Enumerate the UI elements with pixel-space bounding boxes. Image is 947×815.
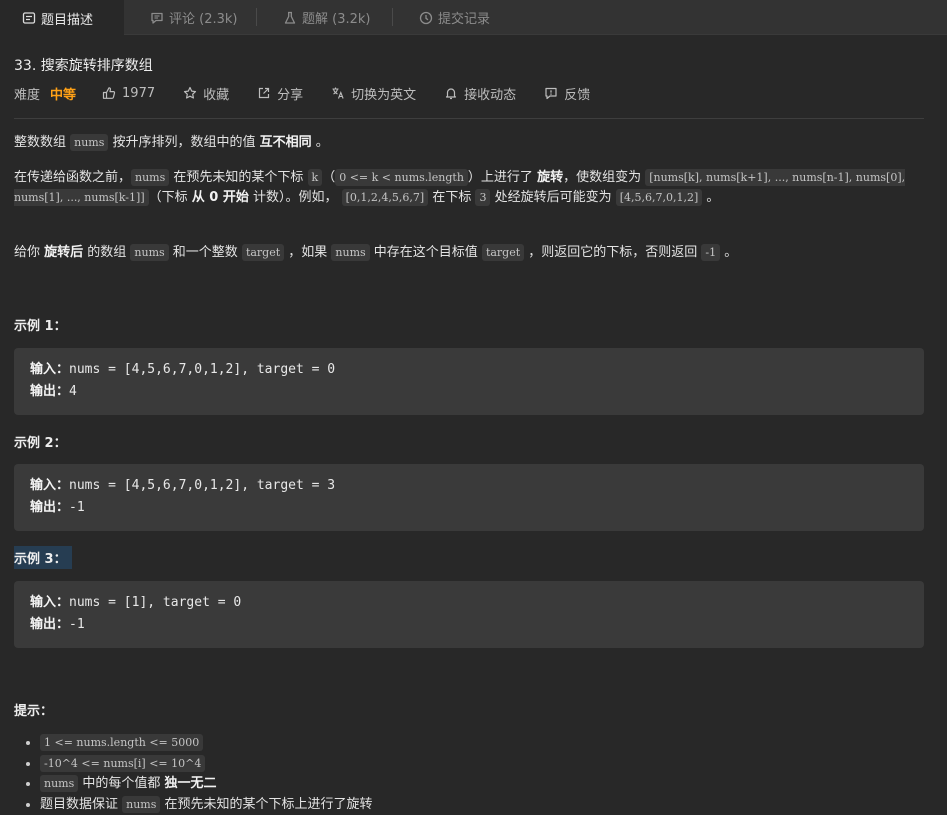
- divider: [14, 118, 924, 119]
- subscribe-button[interactable]: 接收动态: [444, 84, 516, 103]
- bell-icon: [444, 86, 458, 100]
- like-button[interactable]: 1977: [102, 86, 155, 101]
- translate-icon: [331, 86, 345, 100]
- subscribe-label: 接收动态: [464, 84, 516, 103]
- difficulty-label: 难度: [14, 84, 40, 103]
- example-3-title: 示例 3：: [14, 546, 72, 569]
- list-item: -10^4 <= nums[i] <= 10^4: [40, 754, 373, 775]
- problem-title: 33. 搜索旋转排序数组: [14, 55, 153, 75]
- tab-separator: [392, 8, 393, 26]
- tab-label: 评论 (2.3k): [169, 8, 237, 27]
- favorite-button[interactable]: 收藏: [183, 84, 229, 103]
- list-item: nums 中的每个值都 独一无二: [40, 774, 373, 795]
- share-label: 分享: [277, 84, 303, 103]
- share-button[interactable]: 分享: [257, 84, 303, 103]
- example-3-block: 输入：nums = [1], target = 0 输出：-1: [14, 581, 924, 648]
- thumbs-up-icon: [102, 86, 116, 100]
- share-icon: [257, 86, 271, 100]
- hints-title: 提示：: [14, 700, 53, 719]
- description-paragraph-1: 整数数组 nums 按升序排列，数组中的值 互不相同 。: [14, 133, 919, 153]
- list-item: 题目数据保证 nums 在预先未知的某个下标上进行了旋转: [40, 795, 373, 815]
- difficulty-badge: 中等: [50, 84, 76, 103]
- tab-label: 题解 (3.2k): [302, 8, 370, 27]
- history-icon: [419, 11, 433, 25]
- example-1-title: 示例 1：: [14, 315, 67, 334]
- list-item: 1 <= nums.length <= 5000: [40, 733, 373, 754]
- description-icon: [22, 11, 36, 25]
- translate-button[interactable]: 切换为英文: [331, 84, 416, 103]
- feedback-label: 反馈: [564, 84, 590, 103]
- like-count: 1977: [122, 86, 155, 101]
- description-paragraph-2: 在传递给函数之前，nums 在预先未知的某个下标 k（0 <= k < nums…: [14, 168, 919, 208]
- translate-label: 切换为英文: [351, 84, 416, 103]
- example-1-block: 输入：nums = [4,5,6,7,0,1,2], target = 0 输出…: [14, 348, 924, 415]
- example-2-title: 示例 2：: [14, 432, 67, 451]
- comment-icon: [150, 11, 164, 25]
- tab-label: 提交记录: [438, 8, 490, 27]
- tab-comments[interactable]: 评论 (2.3k): [150, 0, 237, 35]
- description-paragraph-3: 给你 旋转后 的数组 nums 和一个整数 target ，如果 nums 中存…: [14, 243, 919, 263]
- problem-meta: 难度 中等 1977 收藏 分享 切换为英文 接收动态 反馈: [14, 84, 590, 102]
- tab-label: 题目描述: [41, 9, 93, 28]
- example-2-block: 输入：nums = [4,5,6,7,0,1,2], target = 3 输出…: [14, 464, 924, 531]
- feedback-icon: [544, 86, 558, 100]
- tab-submissions[interactable]: 提交记录: [419, 0, 490, 35]
- feedback-button[interactable]: 反馈: [544, 84, 590, 103]
- flask-icon: [283, 11, 297, 25]
- tab-separator: [256, 8, 257, 26]
- tab-solutions[interactable]: 题解 (3.2k): [283, 0, 370, 35]
- star-icon: [183, 86, 197, 100]
- tab-bar: 题目描述 评论 (2.3k) 题解 (3.2k) 提交记录: [0, 0, 947, 35]
- hints-list: 1 <= nums.length <= 5000 -10^4 <= nums[i…: [40, 733, 373, 815]
- favorite-label: 收藏: [203, 84, 229, 103]
- tab-description[interactable]: 题目描述: [0, 0, 124, 36]
